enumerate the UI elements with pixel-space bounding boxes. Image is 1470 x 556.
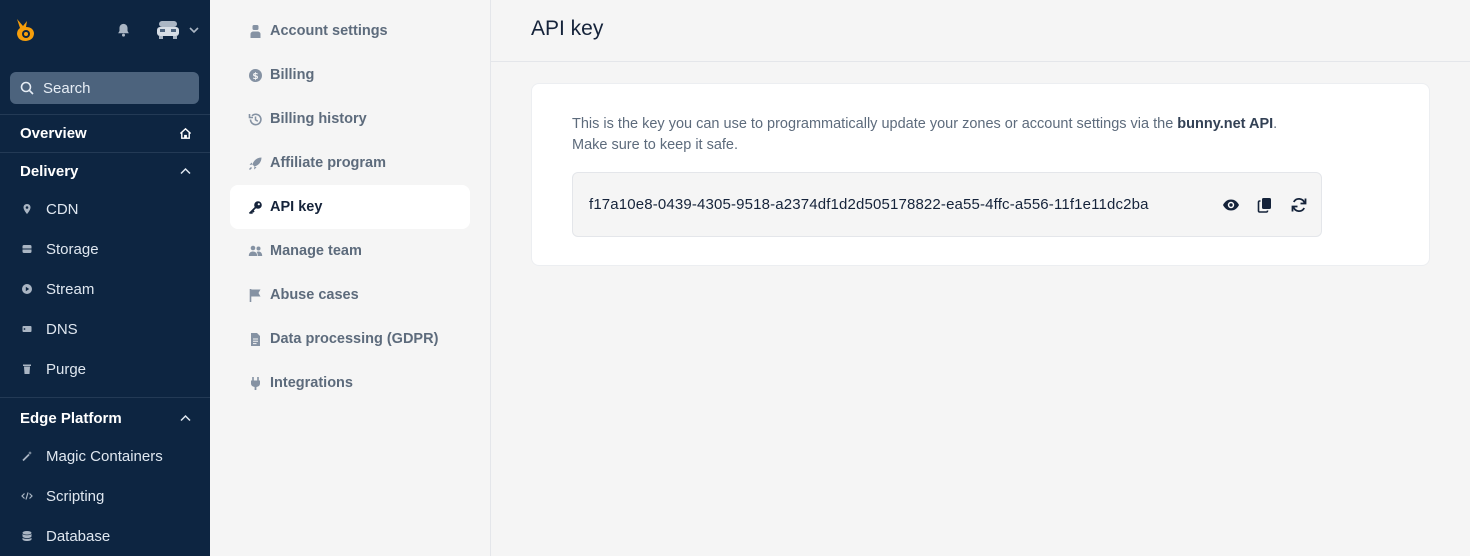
- refresh-icon: [1291, 197, 1307, 213]
- api-key-field[interactable]: f17a10e8-0439-4305-9518-a2374df1d2d50517…: [572, 172, 1322, 237]
- svg-text:$: $: [252, 72, 258, 82]
- nav-item-label: Billing history: [270, 111, 367, 127]
- chevron-down-icon[interactable]: [188, 24, 200, 36]
- sidebar-item-label: CDN: [46, 200, 79, 218]
- nav-item-account-settings[interactable]: Account settings: [230, 9, 470, 53]
- sidebar-header: [0, 0, 210, 62]
- copy-key-button[interactable]: [1255, 195, 1275, 215]
- sidebar-item-cdn[interactable]: CDN: [0, 193, 210, 225]
- nav-item-label: Billing: [270, 67, 315, 83]
- api-link-text: bunny.net API: [1177, 116, 1274, 132]
- nav-item-billing[interactable]: $ Billing: [230, 53, 470, 97]
- storage-icon: [20, 242, 34, 256]
- sidebar-item-magic-containers[interactable]: Magic Containers: [0, 440, 210, 472]
- chevron-up-icon[interactable]: [179, 412, 192, 425]
- nav-item-abuse-cases[interactable]: Abuse cases: [230, 273, 470, 317]
- play-icon: [20, 282, 34, 296]
- search-placeholder: Search: [43, 79, 91, 97]
- main-sidebar: Search Overview Delivery CDN Storage Str…: [0, 0, 210, 556]
- api-key-description: This is the key you can use to programma…: [572, 114, 1372, 156]
- bunny-logo-icon[interactable]: [13, 17, 37, 43]
- sidebar-item-overview[interactable]: Overview: [0, 115, 210, 151]
- nav-item-label: Abuse cases: [270, 287, 359, 303]
- page-title: API key: [531, 17, 604, 40]
- nav-item-label: API key: [270, 199, 323, 215]
- nav-item-label: Manage team: [270, 243, 362, 259]
- chevron-up-icon[interactable]: [179, 165, 192, 178]
- document-icon: [247, 331, 263, 347]
- api-key-actions: [1221, 195, 1309, 215]
- nav-item-label: Account settings: [270, 23, 388, 39]
- overview-label: Overview: [20, 124, 87, 142]
- description-suffix: .: [1273, 116, 1278, 132]
- copy-icon: [1257, 198, 1271, 213]
- sidebar-item-dns[interactable]: DNS: [0, 313, 210, 345]
- rocket-icon: [247, 155, 263, 171]
- key-icon: [247, 199, 263, 215]
- avatar[interactable]: [155, 18, 181, 42]
- sidebar-item-storage[interactable]: Storage: [0, 233, 210, 265]
- eye-icon: [1223, 199, 1239, 211]
- sidebar-item-label: Scripting: [46, 487, 105, 505]
- sidebar-section-edge-platform[interactable]: Edge Platform: [0, 400, 210, 436]
- team-icon: [247, 243, 263, 259]
- nav-item-manage-team[interactable]: Manage team: [230, 229, 470, 273]
- delivery-label: Delivery: [20, 162, 79, 180]
- search-icon: [20, 81, 34, 95]
- sidebar-item-label: Magic Containers: [46, 447, 163, 465]
- database-icon: [20, 529, 34, 543]
- nav-item-billing-history[interactable]: Billing history: [230, 97, 470, 141]
- dns-icon: [20, 322, 34, 336]
- api-key-card: This is the key you can use to programma…: [531, 83, 1430, 266]
- magic-wand-icon: [20, 449, 34, 463]
- sidebar-section-delivery[interactable]: Delivery: [0, 153, 210, 189]
- sidebar-item-label: Purge: [46, 360, 87, 378]
- trash-icon: [20, 362, 34, 376]
- nav-item-api-key[interactable]: API key: [230, 185, 470, 229]
- nav-item-affiliate-program[interactable]: Affiliate program: [230, 141, 470, 185]
- nav-item-label: Integrations: [270, 375, 353, 391]
- show-key-button[interactable]: [1221, 195, 1241, 215]
- dollar-icon: $: [247, 67, 263, 83]
- divider: [0, 397, 210, 398]
- sidebar-item-stream[interactable]: Stream: [0, 273, 210, 305]
- sidebar-item-purge[interactable]: Purge: [0, 353, 210, 385]
- nav-item-integrations[interactable]: Integrations: [230, 361, 470, 405]
- page-header: API key: [491, 0, 1470, 62]
- history-icon: [247, 111, 263, 127]
- regenerate-key-button[interactable]: [1289, 195, 1309, 215]
- code-icon: [20, 489, 34, 503]
- sidebar-item-scripting[interactable]: Scripting: [0, 480, 210, 512]
- search-input[interactable]: Search: [10, 72, 199, 104]
- edge-platform-label: Edge Platform: [20, 409, 122, 427]
- sidebar-item-label: Storage: [46, 240, 99, 258]
- nav-item-label: Data processing (GDPR): [270, 331, 439, 347]
- pin-icon: [20, 202, 34, 216]
- account-settings-nav: Account settings $ Billing Billing histo…: [210, 0, 491, 556]
- description-line2: Make sure to keep it safe.: [572, 137, 739, 153]
- description-text: This is the key you can use to programma…: [572, 116, 1178, 132]
- flag-icon: [247, 287, 263, 303]
- user-icon: [247, 23, 263, 39]
- sidebar-item-database[interactable]: Database: [0, 520, 210, 552]
- sidebar-item-label: Stream: [46, 280, 95, 298]
- api-key-value[interactable]: f17a10e8-0439-4305-9518-a2374df1d2d50517…: [589, 196, 1149, 213]
- home-icon: [179, 127, 192, 139]
- sidebar-item-label: DNS: [46, 320, 78, 338]
- bell-icon[interactable]: [116, 22, 131, 38]
- nav-item-label: Affiliate program: [270, 155, 387, 171]
- plug-icon: [247, 375, 263, 391]
- sidebar-item-label: Database: [46, 527, 111, 545]
- nav-item-data-processing[interactable]: Data processing (GDPR): [230, 317, 470, 361]
